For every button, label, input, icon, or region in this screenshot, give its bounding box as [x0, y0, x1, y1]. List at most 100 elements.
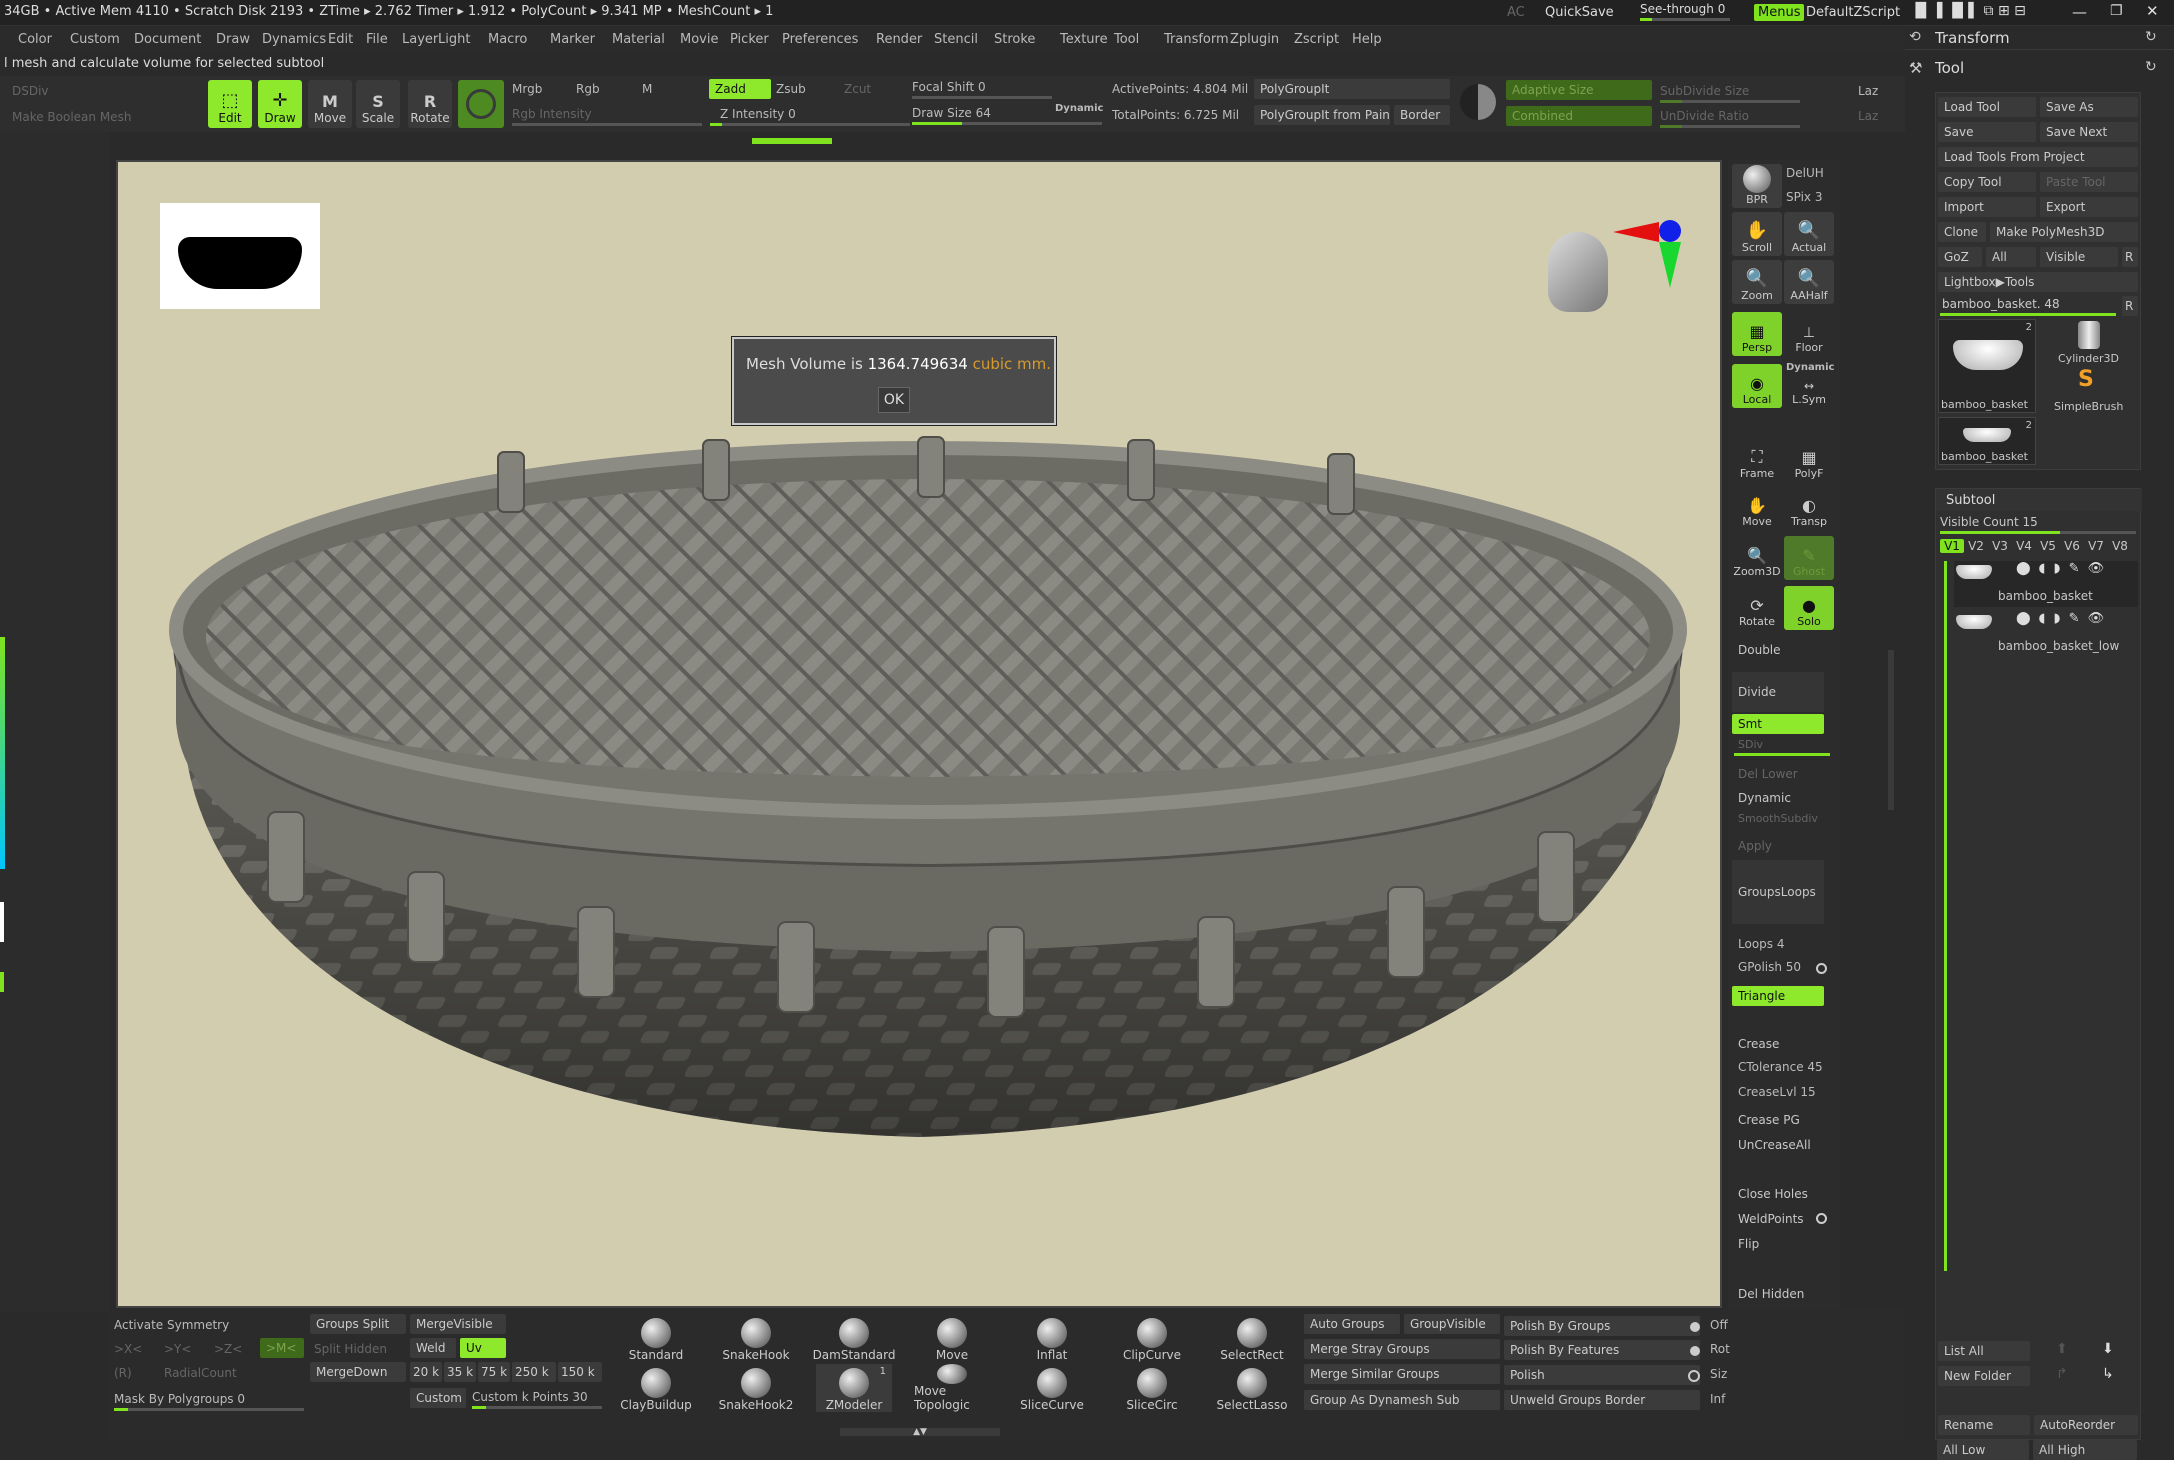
weldpoints-button[interactable]: WeldPoints [1732, 1209, 1824, 1229]
dynamic-toggle[interactable]: Dynamic [1055, 103, 1103, 114]
move-up-arrow-icon[interactable]: ⬆ [2056, 1341, 2068, 1357]
restore-icon[interactable]: ❐ [2110, 3, 2123, 19]
draw-button[interactable]: ✛ Draw [258, 80, 302, 128]
dynamic-subdiv-button[interactable]: Dynamic [1732, 788, 1824, 808]
brush-snakehook[interactable]: SnakeHook [718, 1314, 794, 1362]
gizmo-toggle-icon[interactable] [1460, 84, 1496, 120]
menu-render[interactable]: Render [876, 32, 922, 47]
visible-count-track[interactable] [1940, 531, 2136, 534]
radial-r-toggle[interactable]: (R) [114, 1366, 132, 1380]
move-button[interactable]: M Move [308, 80, 352, 128]
z-intensity-track[interactable] [710, 123, 910, 126]
subtool-item-bamboo-basket-low[interactable]: ⬤ ◖ ◗ ✎ 👁 bamboo_basket_low [1954, 611, 2138, 657]
group-as-dynamesh-sub-button[interactable]: Group As Dynamesh Sub [1304, 1390, 1500, 1410]
subtool-version-v6[interactable]: V6 [2060, 539, 2084, 553]
orientation-gizmo[interactable] [1548, 220, 1681, 312]
combined-toggle[interactable]: Combined [1506, 106, 1652, 126]
subtool-version-v7[interactable]: V7 [2084, 539, 2108, 553]
aahalf-button[interactable]: 🔍 AAHalf [1784, 260, 1834, 304]
flip-button[interactable]: Flip [1732, 1234, 1824, 1254]
merge-stray-groups-button[interactable]: Merge Stray Groups [1304, 1339, 1500, 1359]
activate-symmetry-button[interactable]: Activate Symmetry [114, 1318, 229, 1332]
smt-toggle[interactable]: Smt [1732, 714, 1824, 734]
scale-button[interactable]: S Scale [356, 80, 400, 128]
subdivide-size-slider[interactable]: SubDivide Size [1660, 84, 1749, 98]
edit-button[interactable]: ⬚ Edit [208, 80, 252, 128]
weld-toggle[interactable]: Weld [410, 1338, 456, 1358]
export-button[interactable]: Export [2040, 197, 2138, 217]
minimize-icon[interactable]: — [2072, 3, 2087, 21]
floor-button[interactable]: ⊥ Floor [1784, 312, 1834, 356]
goz-visible-button[interactable]: Visible [2040, 247, 2118, 267]
copy-tool-button[interactable]: Copy Tool [1938, 172, 2036, 192]
menu-transform[interactable]: Transform [1164, 32, 1229, 47]
menu-file[interactable]: File [366, 32, 388, 47]
menu-stencil[interactable]: Stencil [934, 32, 978, 47]
all-low-button[interactable]: All Low [1937, 1440, 2029, 1460]
del-lower-button[interactable]: Del Lower [1732, 764, 1824, 784]
zoom-button[interactable]: 🔍 Zoom [1732, 260, 1782, 304]
goz-r-button[interactable]: R [2122, 247, 2138, 267]
subtool-toggle-icons[interactable]: ⬤ ◖ ◗ ✎ 👁 [2016, 561, 2106, 576]
subtool-version-v3[interactable]: V3 [1988, 539, 2012, 553]
lsym-button[interactable]: ↔ L.Sym [1784, 374, 1834, 408]
move-view-button[interactable]: ✋ Move [1732, 486, 1782, 530]
actual-button[interactable]: 🔍 Actual [1784, 212, 1834, 256]
menu-color[interactable]: Color [18, 32, 52, 47]
apply-button[interactable]: Apply [1732, 836, 1824, 856]
polish-circle-icon[interactable] [1688, 1370, 1700, 1382]
bpr-button[interactable]: BPR [1732, 164, 1782, 208]
paste-tool-button[interactable]: Paste Tool [2040, 172, 2138, 192]
spix-slider[interactable]: SPix 3 [1786, 190, 1822, 204]
sym-m-toggle[interactable]: >M< [260, 1338, 304, 1358]
transform-palette-header[interactable]: ⟲ Transform ↻ [1905, 26, 2174, 50]
subdivide-size-track[interactable] [1660, 100, 1800, 103]
goz-button[interactable]: GoZ [1938, 247, 1982, 267]
draw-size-slider[interactable]: Draw Size 64 [912, 106, 991, 120]
merge-similar-groups-button[interactable]: Merge Similar Groups [1304, 1364, 1500, 1384]
sdiv-slider[interactable]: SDiv [1738, 738, 1763, 751]
visible-count-slider[interactable]: Visible Count 15 [1940, 515, 2038, 529]
merge-down-button[interactable]: MergeDown [310, 1362, 406, 1382]
custom-button[interactable]: Custom [410, 1388, 466, 1408]
sym-z-toggle[interactable]: >Z< [214, 1342, 242, 1356]
uncrease-all-button[interactable]: UnCreaseAll [1732, 1135, 1824, 1155]
brush-move-topologic[interactable]: Move Topologic [914, 1364, 990, 1412]
brush-slicecurve[interactable]: SliceCurve [1014, 1364, 1090, 1412]
ctolerance-slider[interactable]: CTolerance 45 [1738, 1060, 1823, 1074]
rotate-button[interactable]: R Rotate [408, 80, 452, 128]
subtool-version-v8[interactable]: V8 [2108, 539, 2132, 553]
uv-toggle[interactable]: Uv [460, 1338, 506, 1358]
zadd-toggle[interactable]: Zadd [709, 79, 771, 99]
triangle-toggle[interactable]: Triangle [1732, 986, 1824, 1006]
polish-by-features-slider[interactable]: Polish By Features [1504, 1340, 1700, 1360]
menu-picker[interactable]: Picker [730, 32, 769, 47]
undivide-ratio-slider[interactable]: UnDivide Ratio [1660, 109, 1749, 123]
material-sphere-button[interactable] [458, 80, 504, 128]
res-20k-button[interactable]: 20 k [410, 1362, 442, 1382]
brush-snakehook2[interactable]: SnakeHook2 [718, 1364, 794, 1412]
divide-button[interactable]: Divide [1732, 672, 1824, 712]
window-layout-icons[interactable]: ▐▌▐ ▐▌▌ ⧉ ⊞ ⊟ [1910, 3, 2026, 19]
rename-button[interactable]: Rename [1938, 1415, 2030, 1435]
brush-standard[interactable]: Standard [618, 1314, 694, 1362]
group-visible-button[interactable]: GroupVisible [1404, 1314, 1500, 1334]
subtool-version-v2[interactable]: V2 [1964, 539, 1988, 553]
zoom3d-button[interactable]: 🔍 Zoom3D [1732, 536, 1782, 580]
subtool-version-v4[interactable]: V4 [2012, 539, 2036, 553]
brush-damstandard[interactable]: DamStandard [813, 1314, 895, 1362]
focal-shift-slider[interactable]: Focal Shift 0 [912, 80, 986, 94]
menu-edit[interactable]: Edit [328, 32, 353, 47]
menu-zscript[interactable]: Zscript [1294, 32, 1339, 47]
tool-thumb-simplebrush[interactable]: S SimpleBrush [2040, 367, 2138, 413]
polygroupit-from-paint-button[interactable]: PolyGroupIt from Pain [1254, 105, 1390, 125]
polish-slider[interactable]: Polish [1504, 1365, 1700, 1385]
creaselvl-slider[interactable]: CreaseLvl 15 [1738, 1085, 1816, 1099]
menu-zplugin[interactable]: Zplugin [1230, 32, 1279, 47]
move-down-arrow-icon[interactable]: ⬇ [2102, 1341, 2114, 1357]
mrgb-toggle[interactable]: Mrgb [512, 82, 542, 96]
subtool-version-v5[interactable]: V5 [2036, 539, 2060, 553]
draw-size-track[interactable] [912, 122, 1102, 125]
shelf-collapse-handle[interactable]: ▲▼ [840, 1428, 1000, 1437]
menu-draw[interactable]: Draw [216, 32, 250, 47]
